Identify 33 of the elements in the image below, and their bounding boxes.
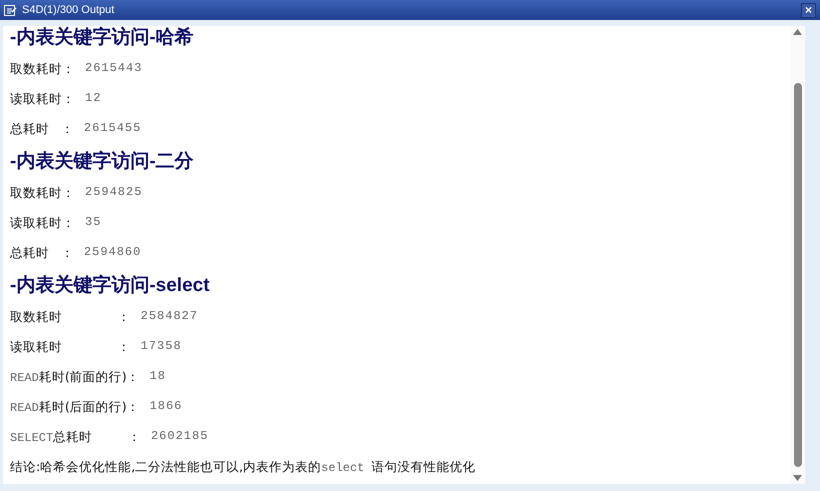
scroll-down-icon[interactable] bbox=[793, 475, 802, 481]
metric-label: 读取耗时 ： bbox=[10, 338, 131, 356]
metric-label: 读取耗时： bbox=[10, 90, 75, 108]
metric-value: 35 bbox=[85, 214, 102, 231]
metric-value: 17358 bbox=[140, 338, 182, 355]
close-button[interactable]: × bbox=[801, 2, 816, 18]
metric-label: 取数耗时： bbox=[10, 184, 75, 202]
scrollbar[interactable] bbox=[790, 26, 805, 484]
metric-label: 取数耗时 ： bbox=[10, 308, 131, 326]
metric-value: 2584827 bbox=[140, 308, 198, 325]
scroll-up-icon[interactable] bbox=[793, 29, 802, 35]
metric-label: 读取耗时： bbox=[10, 214, 75, 232]
metric-value: 12 bbox=[85, 90, 102, 107]
metric-label: 总耗时 ： bbox=[10, 244, 74, 262]
document-icon bbox=[4, 4, 17, 16]
metric-value: 2615455 bbox=[84, 120, 142, 137]
metric-label: 总耗时 ： bbox=[10, 120, 74, 138]
conclusion-text: 结论:哈希会优化性能,二分法性能也可以,内表作为表的 select 语句没有性能优化 bbox=[10, 458, 476, 477]
metric-label: READ耗时(后面的行)： bbox=[10, 398, 140, 417]
section-heading: -内表关键字访问-哈希 bbox=[10, 26, 195, 50]
metric-value: 18 bbox=[150, 368, 166, 385]
metric-value: 2594825 bbox=[85, 184, 142, 201]
section-heading: -内表关键字访问-二分 bbox=[10, 150, 195, 174]
metric-value: 1866 bbox=[150, 398, 182, 415]
section-heading: -内表关键字访问-select bbox=[10, 274, 211, 298]
metric-value: 2615443 bbox=[85, 60, 142, 77]
metric-label: 取数耗时： bbox=[10, 60, 75, 78]
metric-value: 2602185 bbox=[150, 428, 208, 445]
metric-value: 2594860 bbox=[84, 244, 142, 261]
window-title: S4D(1)/300 Output bbox=[22, 4, 116, 16]
metric-label: SELECT总耗时 ： bbox=[10, 428, 141, 447]
scroll-thumb[interactable] bbox=[794, 83, 802, 467]
metric-label: READ耗时(前面的行)： bbox=[10, 368, 140, 387]
